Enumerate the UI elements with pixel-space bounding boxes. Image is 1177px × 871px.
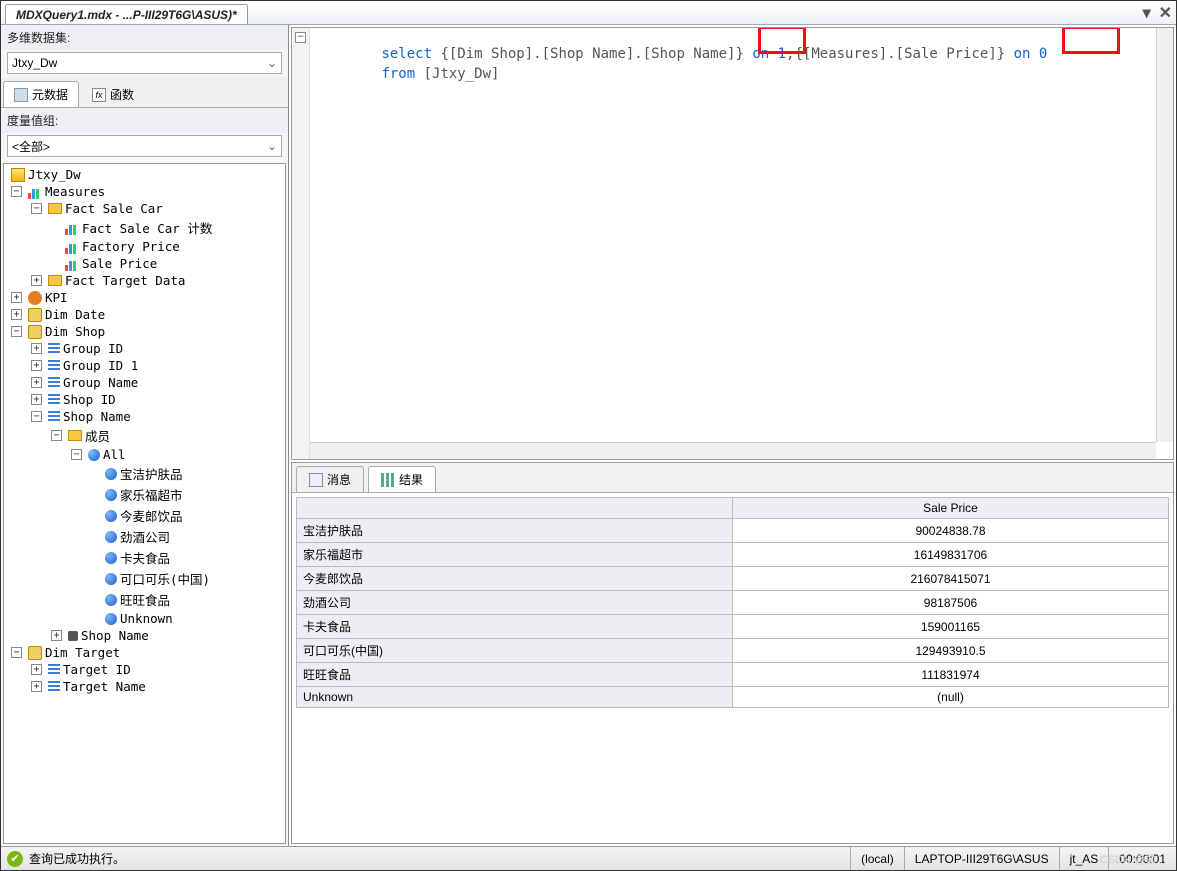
member-icon [105,552,117,564]
member-icon [105,573,117,585]
fold-icon[interactable]: − [295,32,306,43]
collapse-icon[interactable]: − [71,449,82,460]
folder-icon [48,203,62,214]
hierarchy-icon [48,377,60,389]
hierarchy-icon [48,394,60,406]
expand-icon[interactable]: + [31,681,42,692]
tab-metadata[interactable]: 元数据 [3,81,79,107]
folder-icon [48,275,62,286]
measures-icon [28,187,42,197]
chevron-down-icon: ⌄ [267,56,277,70]
close-icon[interactable]: ✕ [1159,3,1172,23]
collapse-icon[interactable]: − [51,430,62,441]
expand-icon[interactable]: + [11,309,22,320]
level-icon [68,631,78,641]
measure-group-label: 度量值组: [1,108,288,133]
results-panel: 消息 结果 Sale Price 宝洁护肤品90024838.78家乐福超市16… [291,462,1174,844]
chevron-down-icon: ⌄ [267,139,277,153]
table-row[interactable]: 今麦郎饮品216078415071 [297,567,1169,591]
table-row[interactable]: 劲酒公司98187506 [297,591,1169,615]
dimension-icon [28,325,42,339]
results-grid[interactable]: Sale Price 宝洁护肤品90024838.78家乐福超市16149831… [296,497,1169,708]
hierarchy-icon [48,681,60,693]
minimize-icon[interactable]: ▾ [1143,3,1151,23]
kpi-icon [28,291,42,305]
folder-icon [68,430,82,441]
dataset-combo[interactable]: Jtxy_Dw⌄ [7,52,282,74]
results-icon [381,473,395,487]
expand-icon[interactable]: + [11,292,22,303]
table-row[interactable]: 可口可乐(中国)129493910.5 [297,639,1169,663]
expand-icon[interactable]: + [31,664,42,675]
member-icon [105,489,117,501]
expand-icon[interactable]: + [31,360,42,371]
measure-icon [65,223,79,233]
expand-icon[interactable]: + [31,275,42,286]
dataset-label: 多维数据集: [1,25,288,50]
expand-icon[interactable]: + [31,343,42,354]
measure-icon [65,259,79,269]
tab-functions[interactable]: fx函数 [81,81,145,107]
messages-icon [309,473,323,487]
function-icon: fx [92,88,106,102]
metadata-icon [14,88,28,102]
status-bar: ✔ 查询已成功执行。 (local) LAPTOP-III29T6G\ASUS … [1,846,1176,870]
member-icon [105,613,117,625]
cube-icon [11,168,25,182]
tab-messages[interactable]: 消息 [296,466,364,492]
table-row[interactable]: 旺旺食品111831974 [297,663,1169,687]
metadata-tree[interactable]: Jtxy_Dw −Measures −Fact Sale Car Fact Sa… [3,163,286,844]
hierarchy-icon [48,343,60,355]
left-panel: 多维数据集: Jtxy_Dw⌄ 元数据 fx函数 度量值组: <全部>⌄ Jtx… [1,25,289,846]
editor-gutter [292,28,310,459]
member-icon [105,531,117,543]
success-icon: ✔ [7,851,23,867]
highlight-box [758,27,806,54]
tab-results[interactable]: 结果 [368,466,436,492]
left-tabs: 元数据 fx函数 [1,78,288,108]
measure-icon [65,242,79,252]
expand-icon[interactable]: + [51,630,62,641]
dimension-icon [28,308,42,322]
member-icon [105,510,117,522]
hierarchy-icon [48,360,60,372]
dimension-icon [28,646,42,660]
table-row[interactable]: Unknown(null) [297,687,1169,708]
collapse-icon[interactable]: − [11,326,22,337]
measure-group-combo[interactable]: <全部>⌄ [7,135,282,157]
member-icon [88,449,100,461]
status-message: 查询已成功执行。 [29,850,125,867]
collapse-icon[interactable]: − [11,647,22,658]
highlight-box [1062,27,1120,54]
status-host: LAPTOP-III29T6G\ASUS [904,847,1059,870]
query-editor[interactable]: − select {[Dim Shop].[Shop Name].[Shop N… [291,27,1174,460]
table-row[interactable]: 家乐福超市16149831706 [297,543,1169,567]
table-row[interactable]: 宝洁护肤品90024838.78 [297,519,1169,543]
document-tab[interactable]: MDXQuery1.mdx - ...P-III29T6G\ASUS)* [5,4,248,24]
hierarchy-icon [48,411,60,423]
status-server: (local) [850,847,904,870]
horizontal-scrollbar[interactable] [310,442,1156,459]
hierarchy-icon [48,664,60,676]
vertical-scrollbar[interactable] [1156,28,1173,442]
member-icon [105,594,117,606]
status-user: jt_AS [1059,847,1109,870]
member-icon [105,468,117,480]
status-time: 00:00:01 [1108,847,1176,870]
collapse-icon[interactable]: − [11,186,22,197]
expand-icon[interactable]: + [31,394,42,405]
title-bar: MDXQuery1.mdx - ...P-III29T6G\ASUS)* ▾ ✕ [1,1,1176,25]
expand-icon[interactable]: + [31,377,42,388]
collapse-icon[interactable]: − [31,203,42,214]
collapse-icon[interactable]: − [31,411,42,422]
table-row[interactable]: 卡夫食品159001165 [297,615,1169,639]
